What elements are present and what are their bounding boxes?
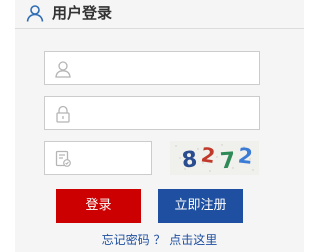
lock-icon: [56, 105, 70, 123]
captcha-char: 2: [200, 142, 217, 168]
captcha-char: 7: [219, 148, 236, 174]
captcha-input[interactable]: [81, 142, 147, 174]
login-button[interactable]: 登录: [56, 189, 141, 223]
user-outline-icon: [26, 5, 44, 22]
username-input[interactable]: [81, 52, 255, 84]
panel-header: 用户登录: [15, 0, 304, 29]
password-input[interactable]: [81, 97, 255, 129]
captcha-char: 8: [181, 147, 199, 173]
captcha-svg: 8 2 7 2: [175, 142, 254, 174]
captcha-char: 2: [237, 143, 254, 168]
register-button[interactable]: 立即注册: [158, 189, 243, 223]
forgot-password-link[interactable]: 忘记密码 ？ 点击这里: [15, 231, 304, 249]
captcha-icon: [55, 150, 71, 167]
password-field[interactable]: [44, 96, 260, 130]
page-title: 用户登录: [52, 4, 113, 22]
username-field[interactable]: [44, 51, 260, 85]
login-panel: 用户登录 8 2 7 2 登录 立即注册 忘记密码 ？ 点击这里: [15, 0, 304, 252]
user-icon: [55, 61, 71, 78]
captcha-field[interactable]: [44, 141, 152, 175]
captcha-image[interactable]: 8 2 7 2: [170, 141, 259, 175]
